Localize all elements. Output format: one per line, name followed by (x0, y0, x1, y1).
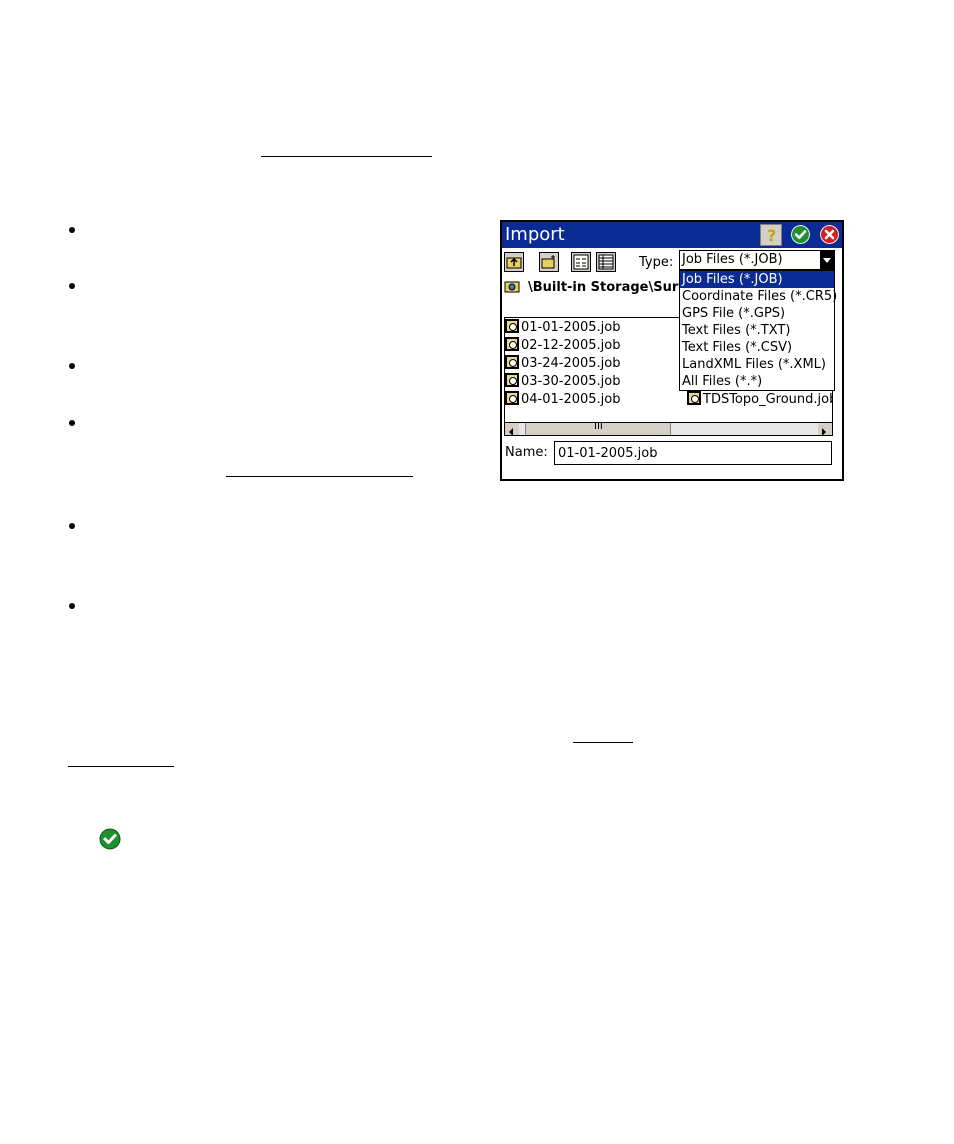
scroll-left-button[interactable] (505, 423, 519, 436)
type-option-csv[interactable]: Text Files (*.CSV) (680, 339, 834, 356)
job-file-icon (505, 319, 519, 333)
window-title: Import (505, 224, 565, 245)
scroll-thumb[interactable]: III (525, 421, 671, 435)
job-file-icon (505, 391, 519, 405)
list-item[interactable]: TDSTopo_Ground.job (687, 391, 832, 408)
list-item[interactable]: 03-30-2005.job (505, 373, 621, 390)
list-view-button[interactable] (571, 252, 591, 272)
list-item[interactable]: 04-01-2005.job (505, 391, 621, 408)
chevron-right-icon (822, 428, 826, 436)
type-option-gps[interactable]: GPS File (*.GPS) (680, 305, 834, 322)
new-folder-button[interactable] (539, 252, 559, 272)
chevron-left-icon (509, 428, 513, 436)
bullet-3 (69, 363, 75, 369)
bullet-2 (69, 283, 75, 289)
folder-up-icon (506, 257, 522, 269)
details-view-button[interactable] (596, 252, 616, 272)
help-button[interactable]: ? (760, 224, 782, 246)
bullet-1 (69, 227, 75, 233)
cancel-button[interactable] (820, 225, 839, 244)
type-option-all[interactable]: All Files (*.*) (680, 373, 834, 390)
help-icon: ? (767, 226, 776, 245)
path-row: \Built-in Storage\Surv (504, 279, 684, 297)
list-view-icon (573, 254, 589, 270)
list-item[interactable]: 02-12-2005.job (505, 337, 621, 354)
bullet-4 (69, 420, 75, 426)
bullet-5 (69, 523, 75, 529)
details-view-icon (598, 254, 614, 270)
job-file-icon (505, 337, 519, 351)
chevron-down-icon[interactable] (820, 251, 834, 269)
ok-button[interactable] (791, 225, 810, 244)
type-select-value: Job Files (*.JOB) (682, 252, 783, 267)
type-option-txt[interactable]: Text Files (*.TXT) (680, 322, 834, 339)
storage-card-icon (504, 281, 520, 293)
scroll-right-button[interactable] (818, 423, 832, 436)
title-bar: Import ? (502, 222, 842, 248)
type-label: Type: (639, 255, 674, 270)
folder-up-button[interactable] (504, 252, 524, 272)
svg-text:?: ? (767, 226, 776, 245)
bullet-6 (69, 603, 75, 609)
link-underline-1 (261, 156, 432, 157)
type-option-job[interactable]: Job Files (*.JOB) (680, 271, 834, 288)
type-select[interactable]: Job Files (*.JOB) (679, 250, 835, 270)
type-dropdown-list: Job Files (*.JOB) Coordinate Files (*.CR… (679, 270, 837, 391)
scroll-thumb-grip: III (594, 421, 603, 432)
horizontal-scrollbar[interactable]: III (504, 421, 833, 436)
list-item[interactable]: 01-01-2005.job (505, 319, 621, 336)
job-file-icon (687, 391, 701, 405)
name-field[interactable] (554, 441, 832, 465)
type-option-cr5[interactable]: Coordinate Files (*.CR5) (680, 288, 837, 305)
list-item[interactable]: 03-24-2005.job (505, 355, 621, 372)
job-file-icon (505, 355, 519, 369)
name-label: Name: (505, 445, 548, 460)
link-underline-4 (68, 766, 174, 767)
new-folder-icon (541, 255, 555, 269)
current-path: \Built-in Storage\Surv (528, 280, 684, 295)
ok-check-icon (99, 828, 121, 850)
type-option-xml[interactable]: LandXML Files (*.XML) (680, 356, 834, 373)
link-underline-3 (573, 742, 633, 743)
link-underline-2 (226, 476, 413, 477)
import-dialog: Import ? Type: Job Files (*.JOB) Job Fil… (500, 220, 844, 481)
job-file-icon (505, 373, 519, 387)
